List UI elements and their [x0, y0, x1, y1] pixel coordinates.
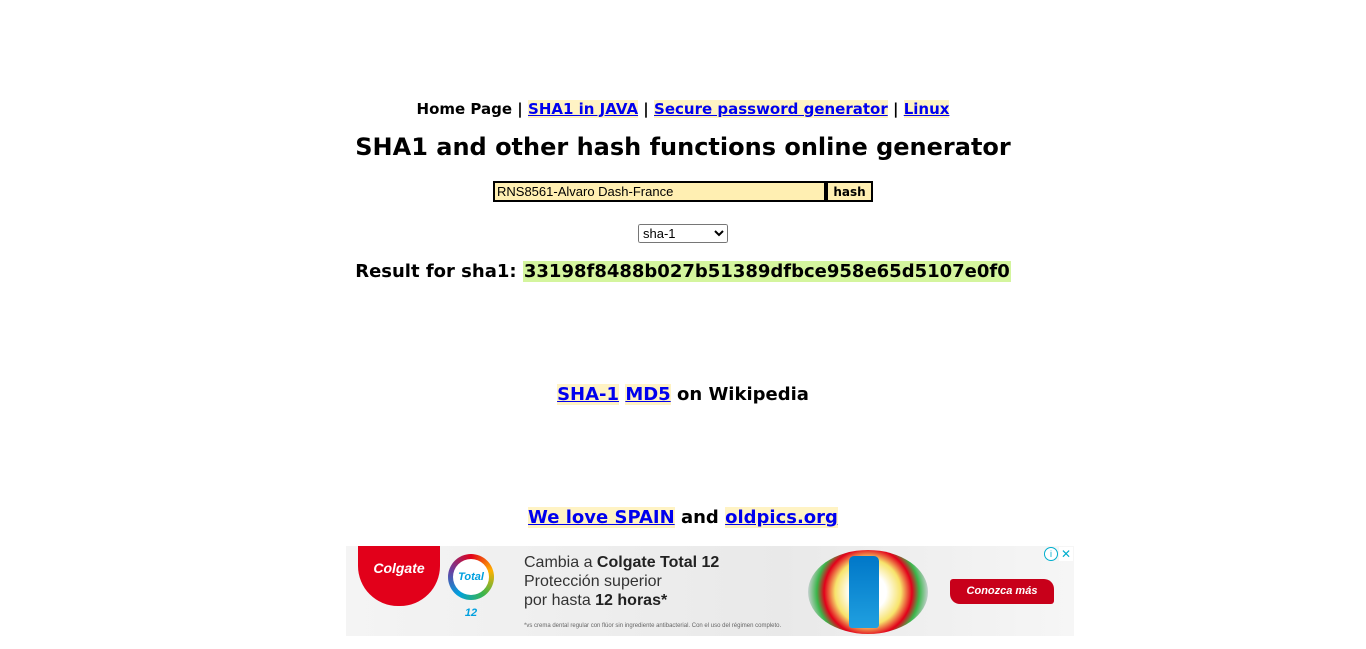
wiki-link-md5[interactable]: MD5	[625, 384, 671, 405]
adchoices-icon[interactable]: i	[1044, 547, 1058, 561]
nav-separator: |	[892, 100, 899, 118]
brand-label: Colgate	[373, 560, 425, 576]
nav-separator: |	[643, 100, 649, 118]
ad-line-1: Cambia a Colgate Total 12	[524, 553, 719, 572]
page-title: SHA1 and other hash functions online gen…	[355, 133, 1011, 161]
ad-line-3: por hasta 12 horas*	[524, 591, 719, 610]
wiki-link-sha1[interactable]: SHA-1	[557, 384, 620, 405]
promo-and: and	[680, 507, 719, 528]
close-icon[interactable]: ✕	[1059, 547, 1073, 561]
top-nav: Home Page | SHA1 in JAVA | Secure passwo…	[0, 99, 1366, 119]
hash-button[interactable]: hash	[826, 181, 873, 202]
promo-links: We love SPAIN and oldpics.org	[0, 505, 1366, 531]
hash-text-input[interactable]	[493, 181, 826, 202]
nav-link-linux[interactable]: Linux	[903, 100, 950, 118]
wiki-suffix: on Wikipedia	[677, 384, 809, 405]
algorithm-select[interactable]: sha-1	[638, 224, 728, 243]
colgate-logo: Colgate	[358, 546, 440, 606]
ad-line-1-bold: Colgate Total 12	[596, 554, 720, 571]
ad-line-3-prefix: por hasta	[524, 592, 596, 609]
ad-cta-button[interactable]: Conozca más	[950, 579, 1054, 604]
ad-line-3-bold: 12 horas*	[595, 592, 668, 609]
result-label: Result for sha1:	[355, 261, 517, 282]
wikipedia-links: SHA-1 MD5 on Wikipedia	[0, 382, 1366, 408]
nav-link-sha1-java[interactable]: SHA1 in JAVA	[528, 100, 639, 118]
badge-label: Total 12	[453, 559, 489, 619]
mouthwash-bottle-image	[849, 556, 879, 628]
hash-form: hash	[493, 181, 873, 202]
promo-link-spain[interactable]: We love SPAIN	[528, 507, 675, 528]
ad-copy: Cambia a Colgate Total 12 Protección sup…	[524, 553, 719, 610]
result-line: Result for sha1: 33198f8488b027b51389dfb…	[0, 259, 1366, 285]
ad-disclaimer: *vs crema dental regular con flúor sin i…	[524, 623, 782, 629]
nav-separator: |	[517, 100, 523, 118]
advertisement-banner[interactable]: Colgate Total 12 Cambia a Colgate Total …	[346, 546, 1074, 636]
result-hash-value: 33198f8488b027b51389dfbce958e65d5107e0f0	[522, 261, 1011, 282]
total12-badge: Total 12	[448, 554, 494, 619]
ad-line-2: Protección superior	[524, 573, 662, 590]
home-page-label: Home Page	[416, 100, 513, 118]
ad-line-1-prefix: Cambia a	[524, 554, 597, 571]
promo-link-oldpics[interactable]: oldpics.org	[725, 507, 838, 528]
nav-link-password-generator[interactable]: Secure password generator	[654, 100, 888, 118]
